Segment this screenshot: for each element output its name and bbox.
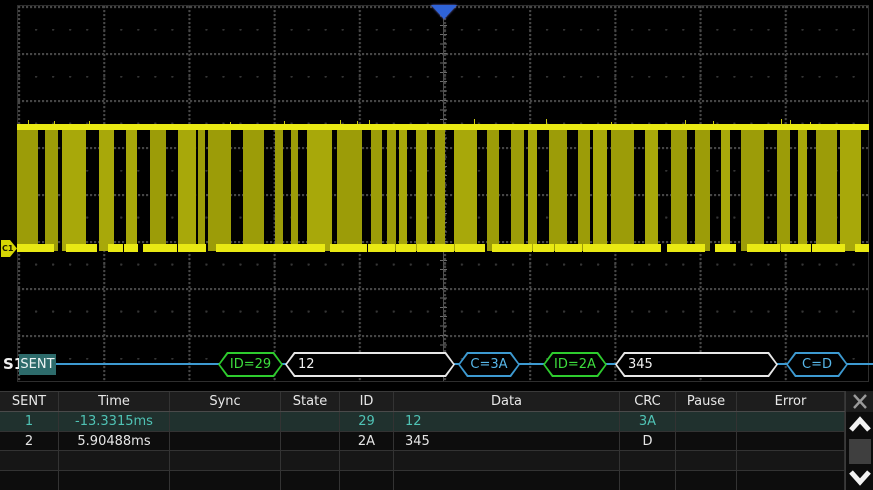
cell: 2 bbox=[0, 431, 59, 451]
cell bbox=[340, 451, 394, 471]
cell bbox=[676, 471, 737, 490]
scroll-down-button[interactable] bbox=[846, 465, 873, 490]
cell: 2A bbox=[340, 431, 394, 451]
decode-frame-data1-label: 12 bbox=[298, 357, 315, 372]
cell: 345 bbox=[394, 431, 620, 451]
cell bbox=[59, 471, 170, 490]
column-header-crc: CRC bbox=[620, 392, 676, 411]
trigger-position-icon[interactable] bbox=[431, 5, 457, 19]
decode-frame-crc2-label: C=D bbox=[802, 357, 832, 372]
cell bbox=[620, 471, 676, 490]
table-row-3[interactable] bbox=[0, 451, 845, 472]
cell bbox=[676, 451, 737, 471]
cell bbox=[620, 451, 676, 471]
table-close-button[interactable] bbox=[846, 391, 873, 412]
cell bbox=[170, 431, 281, 451]
cell bbox=[737, 431, 845, 451]
chevron-up-icon bbox=[849, 416, 871, 432]
channel1-waveform bbox=[17, 119, 869, 252]
decode-protocol-badge[interactable]: SENT bbox=[19, 354, 56, 375]
table-header-row: SENT Time Sync State ID Data CRC Pause Error bbox=[0, 392, 845, 412]
cell bbox=[281, 451, 340, 471]
cell bbox=[170, 471, 281, 490]
cell bbox=[281, 431, 340, 451]
cell: 29 bbox=[340, 412, 394, 431]
cell: -13.3315ms bbox=[59, 412, 170, 431]
decode-frame-data1: 12 bbox=[285, 352, 455, 377]
cell bbox=[737, 451, 845, 471]
decode-frame-id2-label: ID=2A bbox=[554, 357, 596, 372]
cell bbox=[676, 412, 737, 431]
column-header-sync: Sync bbox=[170, 392, 281, 411]
column-header-error: Error bbox=[737, 392, 845, 411]
column-header-pause: Pause bbox=[676, 392, 737, 411]
cell bbox=[59, 451, 170, 471]
channel1-marker[interactable]: C1 bbox=[1, 240, 17, 257]
cell bbox=[281, 471, 340, 490]
column-header-state: State bbox=[281, 392, 340, 411]
decode-frame-data2: 345 bbox=[615, 352, 778, 377]
table-row-1[interactable]: 1 -13.3315ms 29 12 3A bbox=[0, 412, 845, 432]
cell: 5.90488ms bbox=[59, 431, 170, 451]
cell bbox=[0, 451, 59, 471]
cell: 12 bbox=[394, 412, 620, 431]
cell: 3A bbox=[620, 412, 676, 431]
column-header-id: ID bbox=[340, 392, 394, 411]
cell bbox=[737, 471, 845, 490]
cell: D bbox=[620, 431, 676, 451]
table-row-4[interactable] bbox=[0, 471, 845, 490]
cell bbox=[281, 412, 340, 431]
decode-frame-id2: ID=2A bbox=[543, 352, 607, 377]
cell bbox=[394, 471, 620, 490]
decode-frame-crc1: C=3A bbox=[458, 352, 520, 377]
cell bbox=[0, 471, 59, 490]
oscilloscope-screen: C1 S1 SENT ID=29 12 C=3A ID=2A 345 C=D S… bbox=[0, 0, 873, 490]
decode-frame-crc2: C=D bbox=[786, 352, 848, 377]
scroll-up-button[interactable] bbox=[846, 412, 873, 438]
waveform-high-level bbox=[17, 124, 869, 130]
column-header-data: Data bbox=[394, 392, 620, 411]
cell bbox=[170, 451, 281, 471]
decode-frame-data2-label: 345 bbox=[628, 357, 653, 372]
cell bbox=[170, 412, 281, 431]
column-header-time: Time bbox=[59, 392, 170, 411]
table-scroll-column bbox=[845, 391, 873, 490]
table-row-2[interactable]: 2 5.90488ms 2A 345 D bbox=[0, 431, 845, 452]
decode-result-table: SENT Time Sync State ID Data CRC Pause Error 1 -13… bbox=[0, 391, 845, 490]
cell: 1 bbox=[0, 412, 59, 431]
cell bbox=[394, 451, 620, 471]
cell bbox=[340, 471, 394, 490]
scrollbar-track[interactable] bbox=[846, 438, 873, 465]
cell bbox=[676, 431, 737, 451]
cell bbox=[737, 412, 845, 431]
scrollbar-thumb[interactable] bbox=[849, 439, 871, 464]
decode-frame-crc1-label: C=3A bbox=[470, 357, 508, 372]
decode-frame-id1: ID=29 bbox=[218, 352, 283, 377]
decode-frame-id1-label: ID=29 bbox=[229, 357, 272, 372]
chevron-down-icon bbox=[849, 470, 871, 486]
column-header-sent: SENT bbox=[0, 392, 59, 411]
close-icon bbox=[853, 394, 867, 409]
